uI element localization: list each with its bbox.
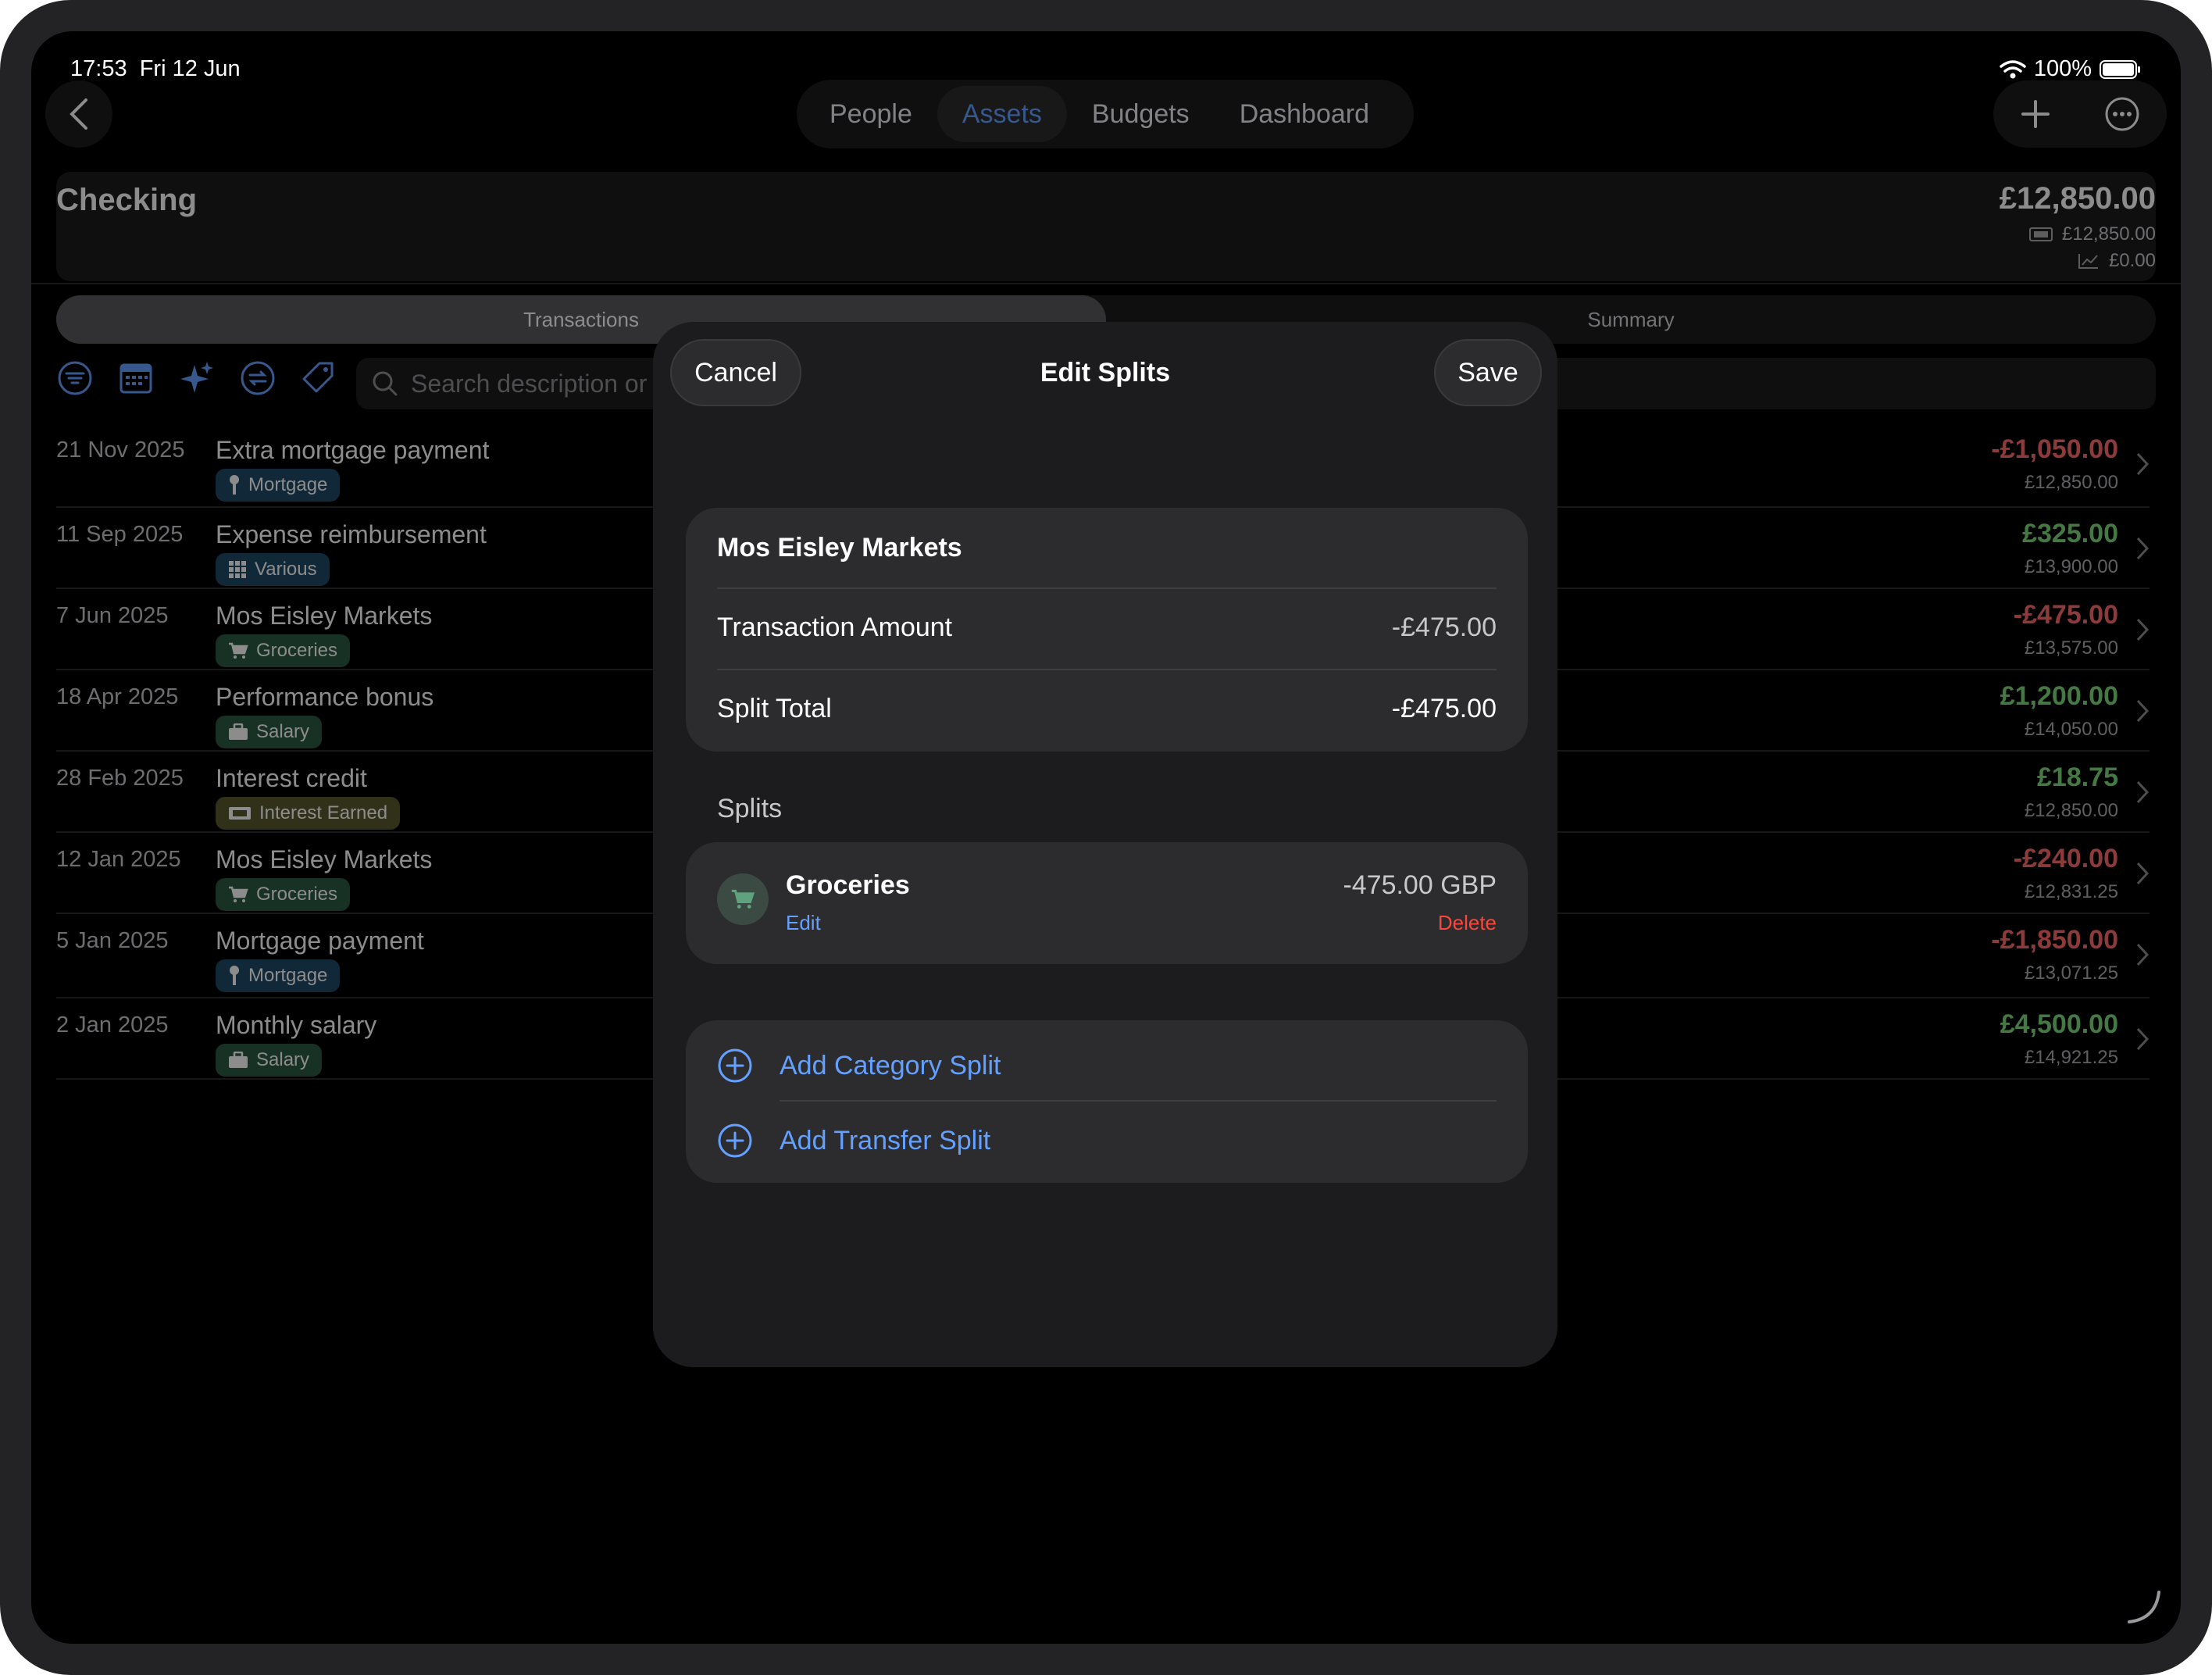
- chevron-right-icon: [2136, 862, 2150, 885]
- transaction-summary-card: Mos Eisley Markets Transaction Amount -£…: [686, 508, 1528, 752]
- save-button[interactable]: Save: [1434, 339, 1542, 406]
- account-name: Checking: [56, 183, 198, 217]
- search-icon: [373, 371, 398, 396]
- chevron-right-icon: [2136, 618, 2150, 641]
- cart-icon: [229, 642, 248, 659]
- category-tag: Salary: [216, 716, 323, 748]
- category-tag: Mortgage: [216, 959, 341, 992]
- transaction-amount-value: -£475.00: [1391, 612, 1497, 642]
- key-icon: [230, 966, 239, 985]
- split-total-label: Split Total: [717, 694, 832, 723]
- account-balance: £12,850.00: [1999, 181, 2156, 216]
- divider: [717, 588, 1497, 589]
- chevron-right-icon: [2136, 452, 2150, 476]
- chevron-right-icon: [2136, 1027, 2150, 1051]
- category-tag: Groceries: [216, 634, 351, 667]
- status-right: 100%: [2000, 56, 2142, 82]
- cart-icon: [717, 873, 769, 925]
- chart-icon: [2078, 254, 2098, 269]
- filter-icon[interactable]: [56, 359, 94, 397]
- filter-toolbar: [56, 359, 337, 397]
- status-bar: 17:53 Fri 12 Jun 100%: [31, 45, 2181, 97]
- delete-split-button[interactable]: Delete: [1438, 911, 1497, 935]
- add-category-split-button[interactable]: Add Category Split: [717, 1042, 1001, 1089]
- tag-icon[interactable]: [300, 359, 337, 397]
- split-total-value: -£475.00: [1391, 694, 1497, 723]
- more-icon[interactable]: [2104, 96, 2140, 132]
- status-time: 17:53 Fri 12 Jun: [70, 56, 241, 81]
- currency-exchange-icon[interactable]: [239, 359, 276, 397]
- add-split-card: Add Category Split Add Transfer Split: [686, 1020, 1528, 1183]
- splits-section-label: Splits: [717, 794, 783, 823]
- battery-percent: 100%: [2033, 56, 2092, 81]
- wifi-icon: [2000, 59, 2026, 78]
- edit-split-button[interactable]: Edit: [786, 911, 821, 935]
- chevron-right-icon: [2136, 780, 2150, 804]
- chevron-right-icon: [2136, 699, 2150, 723]
- account-header: Checking £12,850.00 £12,850.00 £0.00: [56, 172, 2156, 281]
- split-category-name: Groceries: [786, 870, 910, 900]
- transaction-amount-label: Transaction Amount: [717, 612, 953, 642]
- plus-circle-icon: [718, 1048, 752, 1083]
- divider: [31, 283, 2181, 284]
- sheet-title: Edit Splits: [1040, 358, 1171, 388]
- category-tag: Various: [216, 553, 330, 586]
- cash-icon: [2028, 227, 2053, 241]
- grid-icon: [229, 561, 246, 578]
- edit-splits-sheet: Cancel Edit Splits Save Mos Eisley Marke…: [653, 322, 1557, 1367]
- banknote-icon: [229, 807, 251, 820]
- divider: [717, 669, 1497, 670]
- calendar-icon[interactable]: [117, 359, 155, 397]
- briefcase-icon: [229, 723, 248, 740]
- resize-handle-icon[interactable]: [2125, 1588, 2164, 1627]
- chevron-right-icon: [2136, 537, 2150, 560]
- payee-name: Mos Eisley Markets: [717, 533, 962, 562]
- category-tag: Salary: [216, 1044, 323, 1077]
- split-amount: -475.00 GBP: [1343, 870, 1497, 900]
- chevron-left-icon: [70, 98, 87, 130]
- key-icon: [230, 475, 239, 495]
- divider: [780, 1100, 1497, 1102]
- cart-icon: [229, 886, 248, 902]
- split-row: Groceries Edit -475.00 GBP Delete: [686, 842, 1528, 964]
- category-tag: Interest Earned: [216, 797, 401, 830]
- plus-circle-icon: [718, 1123, 752, 1158]
- briefcase-icon: [229, 1052, 248, 1068]
- plus-icon[interactable]: [2020, 98, 2051, 130]
- chevron-right-icon: [2136, 943, 2150, 966]
- cleared-balance: £12,850.00: [2028, 223, 2156, 245]
- investment-balance: £0.00: [2078, 250, 2156, 272]
- add-transfer-split-button[interactable]: Add Transfer Split: [717, 1117, 990, 1164]
- screen: People Assets Budgets Dashboard Checking…: [31, 31, 2181, 1644]
- category-tag: Groceries: [216, 878, 351, 911]
- category-tag: Mortgage: [216, 469, 341, 502]
- sparkles-icon[interactable]: [178, 359, 216, 397]
- battery-icon: [2100, 59, 2140, 79]
